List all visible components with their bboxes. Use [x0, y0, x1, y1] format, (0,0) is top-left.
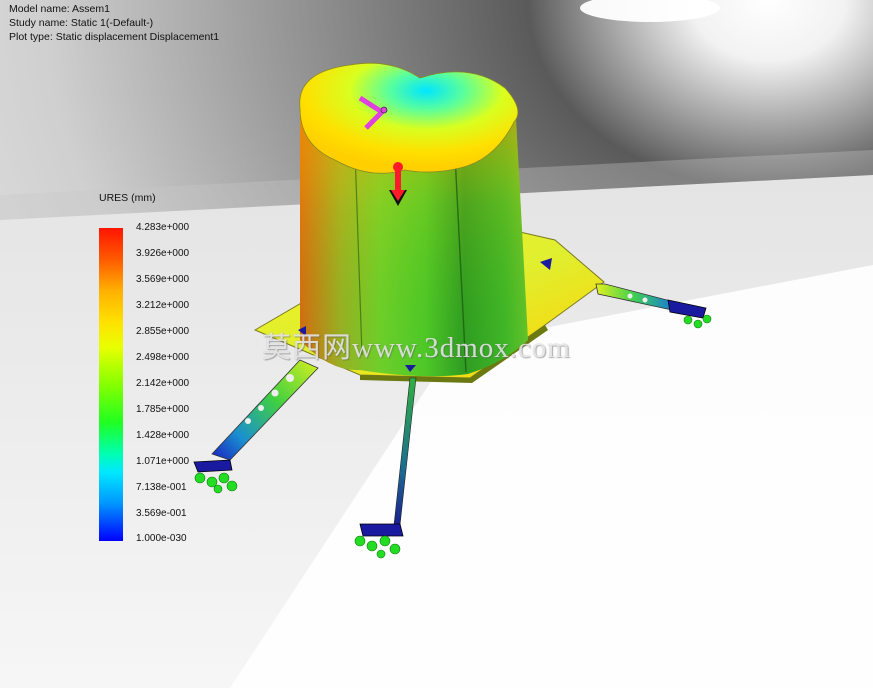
legend-tick: 7.138e-001 — [136, 482, 187, 493]
legend-tick: 1.428e+000 — [136, 430, 190, 441]
legend-tick: 1.071e+000 — [136, 456, 190, 467]
model-name-label: Model name: Assem1 — [9, 3, 110, 15]
legend-tick: 2.855e+000 — [136, 326, 190, 337]
legend-tick: 1.785e+000 — [136, 404, 190, 415]
legend-title: URES (mm) — [99, 192, 156, 204]
legend-tick: 2.142e+000 — [136, 378, 190, 389]
plot-type-label: Plot type: Static displacement Displacem… — [9, 31, 220, 43]
study-name-label: Study name: Static 1(-Default-) — [9, 17, 154, 29]
legend-tick: 3.569e-001 — [136, 508, 187, 519]
legend-tick: 2.498e+000 — [136, 352, 190, 363]
legend-color-bar[interactable] — [99, 228, 123, 541]
watermark-text: 莫西网www.3dmox.com — [262, 332, 571, 364]
legend-tick: 3.926e+000 — [136, 248, 190, 259]
graphics-viewport[interactable]: Model name: Assem1 Study name: Static 1(… — [0, 0, 873, 688]
legend-tick: 3.212e+000 — [136, 300, 190, 311]
legend-tick: 3.569e+000 — [136, 274, 190, 285]
legend-tick: 4.283e+000 — [136, 222, 190, 233]
legend-tick: 1.000e-030 — [136, 533, 187, 544]
